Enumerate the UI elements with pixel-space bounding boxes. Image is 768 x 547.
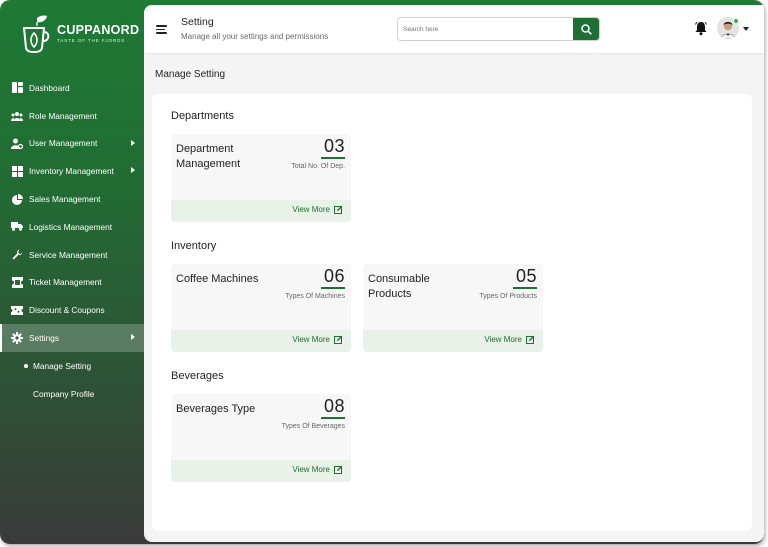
view-more-label: View More: [292, 335, 330, 344]
tile-name: Consumable Products: [368, 273, 430, 300]
tile-name: Beverages Type: [176, 403, 256, 415]
edit-icon: [334, 335, 343, 344]
tile-beverages-type: Beverages Type 08 Types Of Beverages Vie…: [171, 394, 351, 482]
tile-department-management: Department Management 03 Total No. Of De…: [171, 134, 351, 222]
tile-description: Types Of Products: [479, 293, 537, 300]
online-status-dot: [733, 18, 739, 24]
sidebar-item-ticket-management[interactable]: Ticket Management: [0, 269, 144, 297]
dashboard-icon: [11, 82, 23, 94]
sidebar-item-label: Ticket Management: [29, 277, 102, 288]
view-more-label: View More: [292, 205, 330, 214]
sidebar-item-label: Role Management: [29, 110, 97, 121]
sidebar-item-label: Logistics Management: [29, 221, 113, 232]
tile-count: 06: [323, 266, 345, 286]
sidebar-item-label: Settings: [29, 333, 59, 344]
app-window: CUPPANORD TASTE OF THE FJORDS Dashboard …: [0, 0, 764, 544]
pie-chart-icon: [11, 193, 23, 205]
edit-icon: [334, 465, 343, 474]
tile-coffee-machines: Coffee Machines 06 Types Of Machines Vie…: [171, 264, 351, 352]
users-group-icon: [11, 110, 23, 122]
sidebar-item-label: Dashboard: [29, 82, 70, 93]
group-title-beverages: Beverages: [171, 370, 224, 382]
sidebar-item-dashboard[interactable]: Dashboard: [0, 74, 144, 102]
main-panel: Setting Manage all your settings and per…: [144, 5, 764, 542]
sidebar-subitem-company-profile[interactable]: Company Profile: [0, 380, 144, 408]
search-box: [397, 17, 600, 41]
tile-name: Coffee Machines: [176, 273, 259, 285]
group-title-inventory: Inventory: [171, 240, 217, 252]
group-title-departments: Departments: [171, 110, 234, 122]
tile-footer: View More: [171, 200, 351, 222]
sidebar-subitem-label: Company Profile: [33, 388, 95, 399]
count-underline: [321, 287, 345, 289]
tile-count: 08: [323, 396, 345, 416]
chevron-down-icon[interactable]: [743, 27, 749, 31]
section-title: Manage Setting: [155, 69, 226, 80]
sidebar: CUPPANORD TASTE OF THE FJORDS Dashboard …: [0, 0, 144, 544]
count-underline: [321, 417, 345, 419]
edit-icon: [334, 205, 343, 214]
coupon-icon: [11, 304, 23, 316]
sidebar-item-logistics-management[interactable]: Logistics Management: [0, 213, 144, 241]
sidebar-item-service-management[interactable]: Service Management: [0, 241, 144, 269]
page-title: Setting: [181, 16, 214, 28]
chevron-right-icon: [131, 334, 135, 341]
count-underline: [321, 157, 345, 159]
tile-footer: View More: [363, 330, 543, 352]
chevron-right-icon: [131, 139, 135, 146]
gear-icon: [11, 332, 23, 345]
view-more-link[interactable]: View More: [292, 465, 343, 474]
sidebar-item-settings[interactable]: Settings: [0, 324, 144, 352]
sidebar-item-sales-management[interactable]: Sales Management: [0, 185, 144, 213]
view-more-label: View More: [484, 335, 522, 344]
tile-count: 05: [515, 266, 537, 286]
sidebar-item-role-management[interactable]: Role Management: [0, 102, 144, 130]
brand-name: CUPPANORD: [57, 23, 140, 37]
sidebar-nav: Dashboard Role Management User Managemen…: [0, 74, 144, 408]
sidebar-subitem-manage-setting[interactable]: Manage Setting: [0, 352, 144, 380]
user-gear-icon: [11, 137, 23, 149]
sidebar-item-inventory-management[interactable]: Inventory Management: [0, 157, 144, 185]
brand-logo[interactable]: CUPPANORD TASTE OF THE FJORDS: [20, 14, 139, 54]
active-dot-icon: [24, 363, 28, 368]
notification-bell-icon[interactable]: [694, 21, 708, 36]
top-bar: Setting Manage all your settings and per…: [144, 5, 764, 53]
cup-logo-icon: [20, 14, 52, 54]
sidebar-item-label: Sales Management: [29, 194, 101, 205]
edit-icon: [526, 335, 535, 344]
search-button[interactable]: [573, 18, 599, 40]
count-underline: [513, 287, 537, 289]
chevron-right-icon: [131, 167, 135, 174]
sidebar-item-label: Inventory Management: [29, 166, 114, 177]
brand-tagline: TASTE OF THE FJORDS: [57, 38, 126, 43]
search-icon: [580, 23, 592, 35]
wrench-icon: [11, 249, 23, 261]
view-more-link[interactable]: View More: [292, 205, 343, 214]
sidebar-subitem-label: Manage Setting: [33, 360, 92, 371]
boxes-icon: [11, 165, 23, 177]
hamburger-menu-icon[interactable]: [156, 25, 167, 34]
ticket-icon: [11, 276, 23, 288]
sidebar-item-label: User Management: [29, 138, 98, 149]
truck-icon: [11, 221, 23, 233]
view-more-link[interactable]: View More: [292, 335, 343, 344]
tile-description: Total No. Of Dep.: [291, 163, 345, 170]
tile-footer: View More: [171, 460, 351, 482]
tile-footer: View More: [171, 330, 351, 352]
sidebar-item-user-management[interactable]: User Management: [0, 130, 144, 158]
view-more-link[interactable]: View More: [484, 335, 535, 344]
sidebar-item-discount-coupons[interactable]: Discount & Coupons: [0, 296, 144, 324]
search-input[interactable]: [398, 18, 573, 40]
tile-description: Types Of Machines: [285, 293, 345, 300]
tile-consumable-products: Consumable Products 05 Types Of Products…: [363, 264, 543, 352]
view-more-label: View More: [292, 465, 330, 474]
tile-name: Department Management: [176, 143, 241, 170]
tile-description: Types Of Beverages: [281, 423, 345, 430]
tile-count: 03: [323, 136, 345, 156]
page-subtitle: Manage all your settings and permissions: [181, 32, 329, 41]
sidebar-item-label: Discount & Coupons: [29, 305, 105, 316]
settings-card: Departments Department Management 03 Tot…: [152, 94, 752, 531]
sidebar-item-label: Service Management: [29, 249, 108, 260]
